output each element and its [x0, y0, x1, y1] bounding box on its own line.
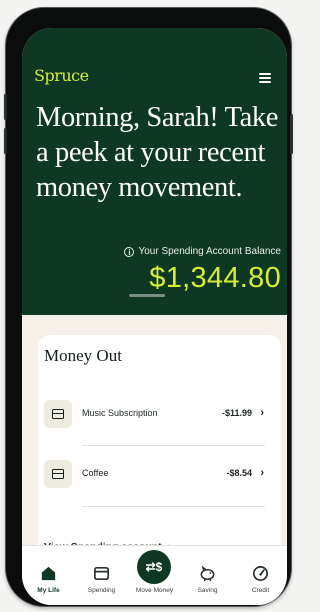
balance-label-row: i Your Spending Account Balance — [124, 246, 281, 257]
balance-amount: $1,344.80 — [149, 262, 281, 294]
transaction-row[interactable]: Music Subscription -$11.99 › — [44, 400, 266, 428]
card-icon — [44, 400, 72, 428]
volume-down-button — [4, 128, 7, 154]
power-button — [290, 114, 293, 154]
tab-label: Saving — [197, 587, 218, 594]
transaction-amount: -$11.99 — [221, 408, 252, 418]
tab-credit[interactable]: Credit — [234, 546, 287, 605]
transfer-icon: ⇄$ — [137, 550, 171, 584]
phone-frame: Spruce Morning, Sarah! Take a peek at yo… — [4, 8, 293, 606]
gauge-icon — [252, 565, 269, 582]
tab-label: Move Money — [135, 587, 174, 594]
home-icon — [41, 566, 56, 581]
transaction-label: Coffee — [82, 468, 109, 478]
volume-up-button — [4, 94, 7, 120]
tab-label: Spending — [87, 587, 116, 594]
tab-spending[interactable]: Spending — [75, 546, 128, 605]
app-screen: Spruce Morning, Sarah! Take a peek at yo… — [22, 28, 287, 605]
bottom-tab-bar: My Life Spending ⇄$ Move Money Saving Cr… — [22, 545, 287, 605]
tab-label: My Life — [37, 587, 60, 594]
piggy-bank-icon — [200, 565, 215, 582]
menu-icon[interactable] — [259, 73, 271, 83]
money-out-title: Money Out — [44, 346, 122, 365]
tab-my-life[interactable]: My Life — [22, 546, 75, 605]
card-icon — [93, 566, 110, 581]
transaction-amount: -$8.54 — [226, 468, 252, 478]
transaction-label: Music Subscription — [82, 408, 158, 418]
greeting-headline: Morning, Sarah! Take a peek at your rece… — [36, 102, 278, 203]
row-divider — [82, 506, 265, 507]
row-divider — [82, 445, 265, 446]
info-icon[interactable]: i — [124, 246, 135, 257]
tab-saving[interactable]: Saving — [181, 546, 234, 605]
header-section: Spruce Morning, Sarah! Take a peek at yo… — [22, 28, 287, 315]
brand-logo: Spruce — [34, 66, 89, 85]
tab-label: Credit — [251, 587, 270, 594]
card-icon — [44, 460, 72, 488]
chevron-right-icon: › — [260, 467, 264, 479]
scroll-indicator — [129, 294, 165, 297]
balance-label: Your Spending Account Balance — [138, 246, 281, 257]
tab-move-money[interactable]: ⇄$ Move Money — [128, 546, 181, 605]
chevron-right-icon: › — [260, 407, 264, 419]
transaction-row[interactable]: Coffee -$8.54 › — [44, 460, 266, 488]
